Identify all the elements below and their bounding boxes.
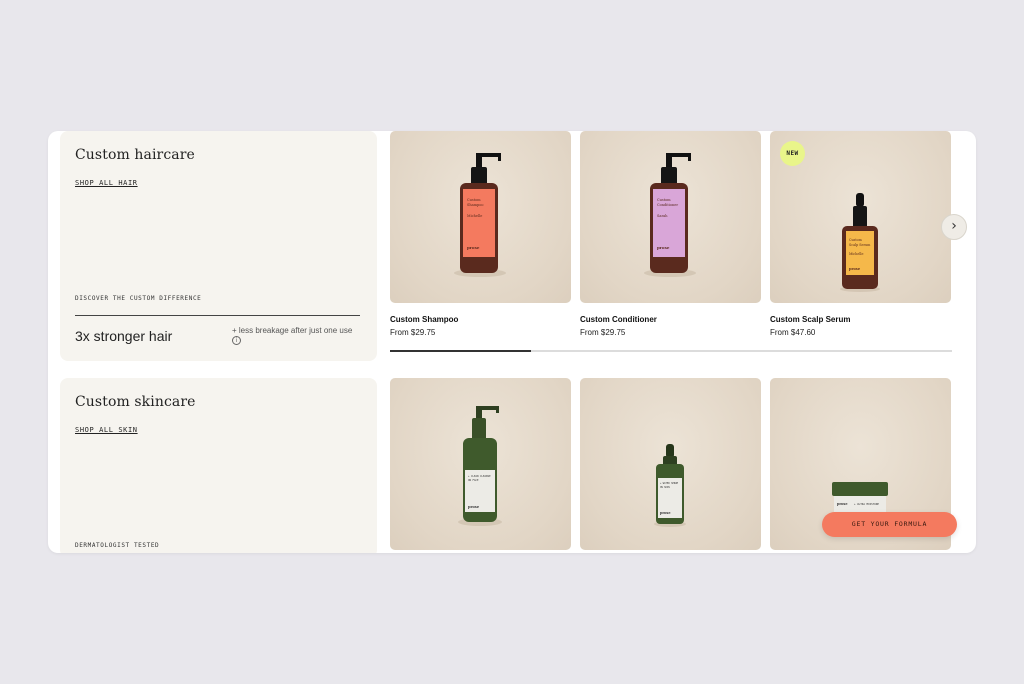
svg-text:Shampoo: Shampoo (467, 203, 484, 207)
shop-all-skin-link[interactable]: SHOP ALL SKIN (75, 426, 138, 434)
product-price: From $47.60 (770, 328, 816, 337)
haircare-panel: Custom haircare SHOP ALL HAIR DISCOVER T… (60, 131, 377, 361)
product-image[interactable]: Custom Conditioner Sarah prose (580, 131, 761, 303)
product-card-conditioner[interactable]: Custom Conditioner Sarah prose Custom Co… (580, 131, 761, 337)
dermatologist-tested-caption: DERMATOLOGIST TESTED (75, 542, 160, 549)
carousel-next-button[interactable]: › (941, 214, 967, 240)
product-card-scalp-serum[interactable]: NEW Custom Scalp Serum Michelle prose Cu… (770, 131, 951, 337)
product-image[interactable]: + CLEAN CLEANSE ON FACE prose (390, 378, 571, 550)
svg-text:+ WATER SERUM: + WATER SERUM (660, 482, 679, 485)
svg-text:Custom: Custom (849, 238, 863, 242)
svg-text:prose: prose (467, 245, 480, 250)
product-name[interactable]: Custom Conditioner (580, 315, 761, 324)
carousel-scrollbar[interactable] (390, 350, 952, 352)
skincare-title: Custom skincare (75, 394, 196, 410)
svg-text:Sarah: Sarah (657, 214, 668, 218)
stat-detail: + less breakage after just one use i (232, 326, 357, 346)
divider (75, 315, 360, 316)
svg-text:prose: prose (657, 245, 670, 250)
svg-text:Scalp Serum: Scalp Serum (849, 243, 871, 247)
svg-text:Michelle: Michelle (467, 214, 482, 218)
product-image[interactable]: Custom Shampoo Michelle prose (390, 131, 571, 303)
product-image[interactable]: NEW Custom Scalp Serum Michelle prose (770, 131, 951, 303)
stat-detail-text: + less breakage after just one use (232, 326, 353, 335)
product-carousel-window: Custom haircare SHOP ALL HAIR DISCOVER T… (48, 131, 976, 553)
svg-text:prose: prose (837, 502, 848, 506)
haircare-title: Custom haircare (75, 147, 195, 163)
skincare-panel: Custom skincare SHOP ALL SKIN DERMATOLOG… (60, 378, 377, 553)
svg-text:ON FACE: ON FACE (468, 478, 479, 482)
product-image[interactable]: + WATER SERUM ON SKIN prose (580, 378, 761, 550)
custom-difference-caption: DISCOVER THE CUSTOM DIFFERENCE (75, 295, 202, 302)
chevron-right-icon: › (951, 218, 957, 234)
svg-text:Custom: Custom (657, 198, 671, 202)
cleanser-pump-bottle-icon: + CLEAN CLEANSE ON FACE prose (458, 406, 502, 526)
product-price: From $29.75 (390, 328, 436, 337)
svg-text:Custom: Custom (467, 198, 481, 202)
new-badge: NEW (780, 141, 805, 166)
serum-dropper-bottle-icon: + WATER SERUM ON SKIN prose (654, 444, 686, 527)
product-price: From $29.75 (580, 328, 626, 337)
svg-text:prose: prose (468, 505, 480, 509)
conditioner-bottle-icon: Custom Conditioner Sarah prose (644, 153, 696, 277)
svg-text:Michelle: Michelle (849, 252, 863, 256)
product-name[interactable]: Custom Shampoo (390, 315, 571, 324)
shampoo-bottle-icon: Custom Shampoo Michelle prose (454, 153, 506, 277)
svg-text:ON SKIN: ON SKIN (660, 486, 670, 489)
info-icon[interactable]: i (232, 336, 241, 346)
shop-all-hair-link[interactable]: SHOP ALL HAIR (75, 179, 138, 187)
get-your-formula-button[interactable]: GET YOUR FORMULA (822, 512, 957, 537)
product-card-shampoo[interactable]: Custom Shampoo Michelle prose Custom Sha… (390, 131, 571, 337)
svg-text:prose: prose (660, 511, 671, 515)
product-name[interactable]: Custom Scalp Serum (770, 315, 951, 324)
carousel-scroll-thumb[interactable] (390, 350, 531, 352)
svg-text:+ CLEAN CLEANSE: + CLEAN CLEANSE (468, 474, 491, 478)
svg-text:Conditioner: Conditioner (657, 203, 678, 207)
svg-text:prose: prose (849, 267, 861, 271)
product-card-serum[interactable]: + WATER SERUM ON SKIN prose (580, 378, 761, 550)
product-card-cleanser[interactable]: + CLEAN CLEANSE ON FACE prose (390, 378, 571, 550)
stat-headline: 3x stronger hair (75, 328, 173, 344)
svg-text:+ ULTRA MOISTURE: + ULTRA MOISTURE (854, 502, 879, 506)
